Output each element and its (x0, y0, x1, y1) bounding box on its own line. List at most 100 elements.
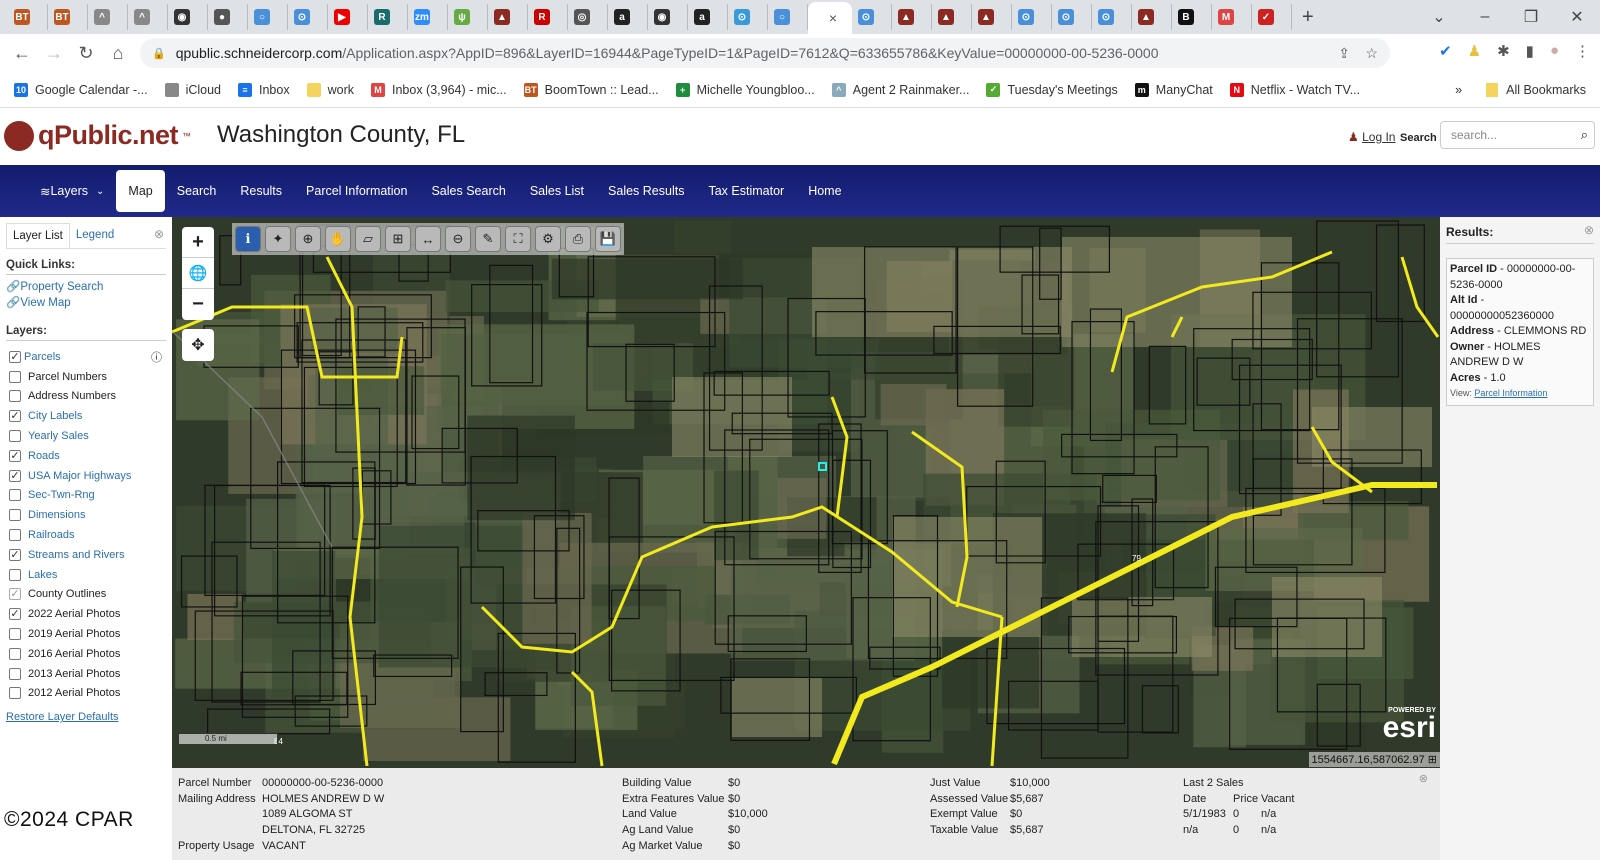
browser-tab[interactable]: ψ (448, 4, 488, 30)
layer-checkbox[interactable] (9, 568, 21, 581)
layer-label[interactable]: 2016 Aerial Photos (28, 648, 120, 660)
layer-checkbox[interactable]: ✓ (9, 350, 21, 363)
full-extent-icon[interactable]: ⛶ (505, 226, 531, 252)
browser-tab[interactable]: a (608, 4, 648, 30)
star-icon[interactable]: ☆ (1365, 45, 1378, 62)
browser-tab[interactable]: ◎ (568, 4, 608, 30)
layer-checkbox[interactable] (9, 647, 21, 660)
layer-label[interactable]: 2012 Aerial Photos (28, 687, 120, 699)
layer-label[interactable]: Sec-Twn-Rng (28, 489, 95, 501)
measure-icon[interactable]: ↔ (415, 226, 441, 252)
layer-label[interactable]: City Labels (28, 410, 82, 422)
layer-label[interactable]: Streams and Rivers (28, 549, 125, 561)
close-tab-icon[interactable]: × (829, 10, 837, 26)
pan-icon[interactable]: ✋ (325, 226, 351, 252)
layer-item[interactable]: 2016 Aerial Photos (6, 644, 166, 664)
quick-link-label[interactable]: Property Search (20, 281, 103, 293)
back-button[interactable]: ← (6, 43, 38, 64)
quick-link-label[interactable]: View Map (20, 297, 70, 309)
expand-icon[interactable]: ⊞ (1428, 754, 1437, 766)
layer-checkbox[interactable]: ✓ (9, 608, 21, 621)
restore-layer-defaults-link[interactable]: Restore Layer Defaults (6, 711, 166, 723)
browser-tab[interactable]: ◉ (648, 4, 688, 30)
layer-label[interactable]: 2022 Aerial Photos (28, 608, 120, 620)
bookmark-item[interactable]: work (306, 82, 354, 97)
layer-item[interactable]: 2019 Aerial Photos (6, 624, 166, 644)
layer-item[interactable]: Lakes (6, 565, 166, 585)
browser-tab[interactable]: R (528, 4, 568, 30)
check-extension-icon[interactable]: ✔ (1439, 42, 1452, 60)
extension-icon[interactable]: ♟ (1468, 42, 1481, 60)
active-tab[interactable]: × (808, 2, 852, 34)
close-window-button[interactable]: ✕ (1554, 7, 1600, 27)
layer-item[interactable]: 2013 Aerial Photos (6, 664, 166, 684)
layer-checkbox[interactable] (9, 509, 21, 522)
browser-tab[interactable]: BT (8, 4, 48, 30)
zoom-out-icon[interactable]: ⊖ (445, 226, 471, 252)
login-label[interactable]: Log In (1362, 130, 1395, 144)
layer-item[interactable]: Parcel Numbers (6, 367, 166, 387)
layer-item[interactable]: Yearly Sales (6, 426, 166, 446)
tab-layer-list[interactable]: Layer List (6, 223, 70, 248)
layer-item[interactable]: Dimensions (6, 505, 166, 525)
browser-tab[interactable]: ▲ (1132, 4, 1172, 30)
layer-label[interactable]: Yearly Sales (28, 430, 89, 442)
layer-checkbox[interactable]: ✓ (9, 469, 21, 482)
layer-item[interactable]: ✓ 2022 Aerial Photos (6, 604, 166, 624)
bookmark-item[interactable]: BT BoomTown :: Lead... (523, 82, 659, 97)
layer-label[interactable]: USA Major Highways (28, 470, 131, 482)
layer-item[interactable]: ✓ USA Major Highways (6, 466, 166, 486)
browser-tab[interactable]: ▲ (488, 4, 528, 30)
minimize-button[interactable]: – (1462, 8, 1508, 26)
layer-label[interactable]: Railroads (28, 529, 74, 541)
locate-button[interactable]: ✥ (182, 329, 214, 361)
login-link[interactable]: ♟ Log In (1348, 130, 1395, 144)
nav-map[interactable]: Map (116, 170, 165, 212)
save-icon[interactable]: 💾 (595, 226, 621, 252)
layer-item[interactable]: 2012 Aerial Photos (6, 684, 166, 704)
browser-tab[interactable]: ⊙ (852, 4, 892, 30)
bookmark-item[interactable]: + Michelle Youngbloo... (675, 82, 815, 97)
map-view[interactable]: 79 84 + 🌐 − ✥ ℹ ✦ ⊕ ✋ ▱ ⊞ ↔ ⊖ ✎ ⛶ ⚙ ⎙ 💾 0.5 mi POWERE… (172, 217, 1440, 768)
nav-tax-estimator[interactable]: Tax Estimator (696, 170, 796, 212)
browser-tab[interactable]: ⊙ (1092, 4, 1132, 30)
nav-parcel-information[interactable]: Parcel Information (294, 170, 419, 212)
layer-label[interactable]: 2013 Aerial Photos (28, 668, 120, 680)
tab-legend[interactable]: Legend (70, 223, 120, 248)
header-search-input[interactable]: search... ⌕ (1440, 121, 1595, 149)
bookmark-item[interactable]: M Inbox (3,964) - mic... (371, 82, 507, 97)
browser-tab[interactable]: ○ (768, 4, 808, 30)
side-panel-icon[interactable]: ▮ (1526, 42, 1534, 60)
overflow-chevron-icon[interactable]: » (1455, 83, 1462, 97)
layer-label[interactable]: Roads (28, 450, 60, 462)
close-results-icon[interactable]: ⊗ (1584, 223, 1594, 237)
layer-checkbox[interactable] (9, 687, 21, 700)
layer-item[interactable]: Address Numbers (6, 387, 166, 407)
browser-tab[interactable]: ○ (248, 4, 288, 30)
draw-icon[interactable]: ✎ (475, 226, 501, 252)
layer-checkbox[interactable] (9, 430, 21, 443)
url-field[interactable]: 🔒 qpublic.schneidercorp.com/Application.… (140, 38, 1390, 68)
select-icon[interactable]: ✦ (265, 226, 291, 252)
layer-checkbox[interactable] (9, 390, 21, 403)
layer-checkbox[interactable]: ✓ (9, 588, 21, 601)
browser-tab[interactable]: ^ (128, 4, 168, 30)
layer-item[interactable]: Railroads (6, 525, 166, 545)
browser-tab[interactable]: ▲ (892, 4, 932, 30)
layer-item[interactable]: ✓ Roads (6, 446, 166, 466)
browser-tab[interactable]: ⊙ (1012, 4, 1052, 30)
tab-search-icon[interactable]: ⌄ (1416, 7, 1462, 27)
browser-tab[interactable]: a (688, 4, 728, 30)
result-card[interactable]: Parcel ID - 00000000-00-5236-0000 Alt Id … (1446, 258, 1594, 406)
print-icon[interactable]: ⎙ (565, 226, 591, 252)
nav-sales-search[interactable]: Sales Search (419, 170, 517, 212)
bookmark-item[interactable]: 10 Google Calendar -... (14, 82, 148, 97)
layer-checkbox[interactable]: ✓ (9, 548, 21, 561)
bookmark-item[interactable]: ≡ Inbox (238, 82, 290, 97)
bookmark-item[interactable]: m ManyChat (1134, 82, 1213, 97)
browser-tab[interactable]: ⊙ (1052, 4, 1092, 30)
buffer-icon[interactable]: ⚙ (535, 226, 561, 252)
qpublic-logo[interactable]: qPublic.net ™ (4, 120, 191, 151)
layer-checkbox[interactable]: ✓ (9, 410, 21, 423)
layer-checkbox[interactable] (9, 529, 21, 542)
